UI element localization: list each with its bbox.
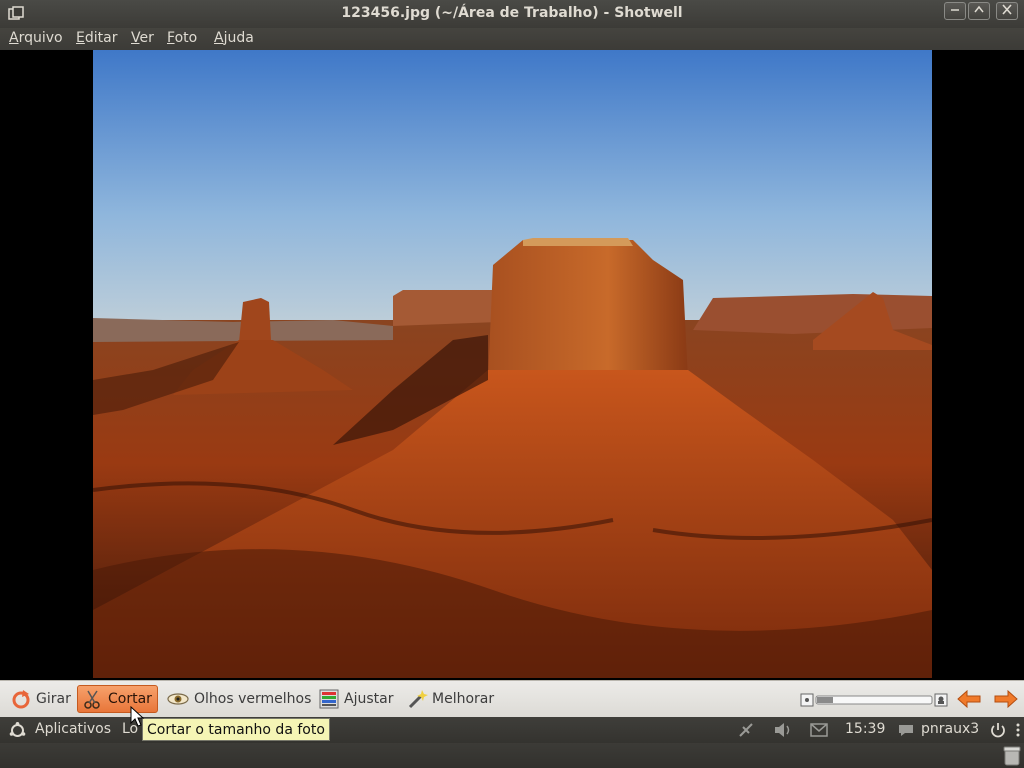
adjust-button[interactable]: Ajustar [314, 685, 397, 713]
enhance-button[interactable]: Melhorar [402, 685, 498, 713]
title-bar[interactable]: 123456.jpg (~/Área de Trabalho) - Shotwe… [0, 0, 1024, 28]
mouse-pointer-icon [130, 706, 145, 727]
menu-ajuda[interactable]: Ajuda [214, 30, 254, 46]
ubuntu-logo-icon[interactable] [9, 722, 26, 739]
enhance-label: Melhorar [432, 691, 495, 707]
previous-photo-arrow-icon[interactable] [956, 689, 982, 709]
menu-bar: Arquivo Editar Ver Foto Ajuda [0, 28, 1024, 50]
red-eye-label: Olhos vermelhos [194, 691, 312, 707]
power-icon[interactable] [989, 721, 1007, 739]
menu-arquivo[interactable]: Arquivo [9, 30, 63, 46]
menu-editar[interactable]: Editar [76, 30, 117, 46]
zoom-thumb [817, 697, 833, 703]
clock[interactable]: 15:39 [845, 721, 885, 737]
volume-icon[interactable] [773, 721, 793, 739]
overflow-dots-icon[interactable] [1014, 722, 1022, 738]
crop-label: Cortar [108, 691, 152, 707]
adjust-label: Ajustar [344, 691, 394, 707]
mail-icon[interactable] [809, 722, 829, 738]
menu-ver[interactable]: Ver [131, 30, 154, 46]
window-title: 123456.jpg (~/Área de Trabalho) - Shotwe… [341, 5, 683, 21]
rotate-button[interactable]: Girar [6, 685, 75, 713]
eye-icon [167, 693, 189, 705]
photo-viewer[interactable] [0, 50, 1024, 680]
menu-foto[interactable]: Foto [167, 30, 197, 46]
trash-icon[interactable] [1002, 745, 1022, 767]
scissors-icon [84, 690, 100, 709]
magic-wand-icon [408, 690, 428, 709]
taskbar [0, 743, 1024, 768]
photo-image [93, 50, 932, 678]
close-button[interactable] [996, 2, 1018, 20]
rotate-label: Girar [36, 691, 71, 707]
applications-menu[interactable]: Aplicativos [35, 721, 111, 737]
next-photo-arrow-icon[interactable] [993, 689, 1019, 709]
chat-status-icon[interactable] [897, 722, 915, 738]
adjust-colors-icon [319, 689, 339, 709]
zoom-slider[interactable] [800, 691, 950, 709]
red-eye-button[interactable]: Olhos vermelhos [162, 685, 315, 713]
zoom-track [815, 695, 933, 705]
user-name[interactable]: pnraux3 [921, 721, 979, 737]
maximize-button[interactable] [968, 2, 990, 20]
edit-toolbar: Girar Cortar Olhos vermelhos Ajustar Mel… [0, 680, 1024, 718]
crop-tooltip: Cortar o tamanho da foto [142, 718, 330, 741]
network-icon[interactable] [737, 721, 755, 739]
minimize-button[interactable] [944, 2, 966, 20]
rotate-icon [12, 690, 30, 709]
